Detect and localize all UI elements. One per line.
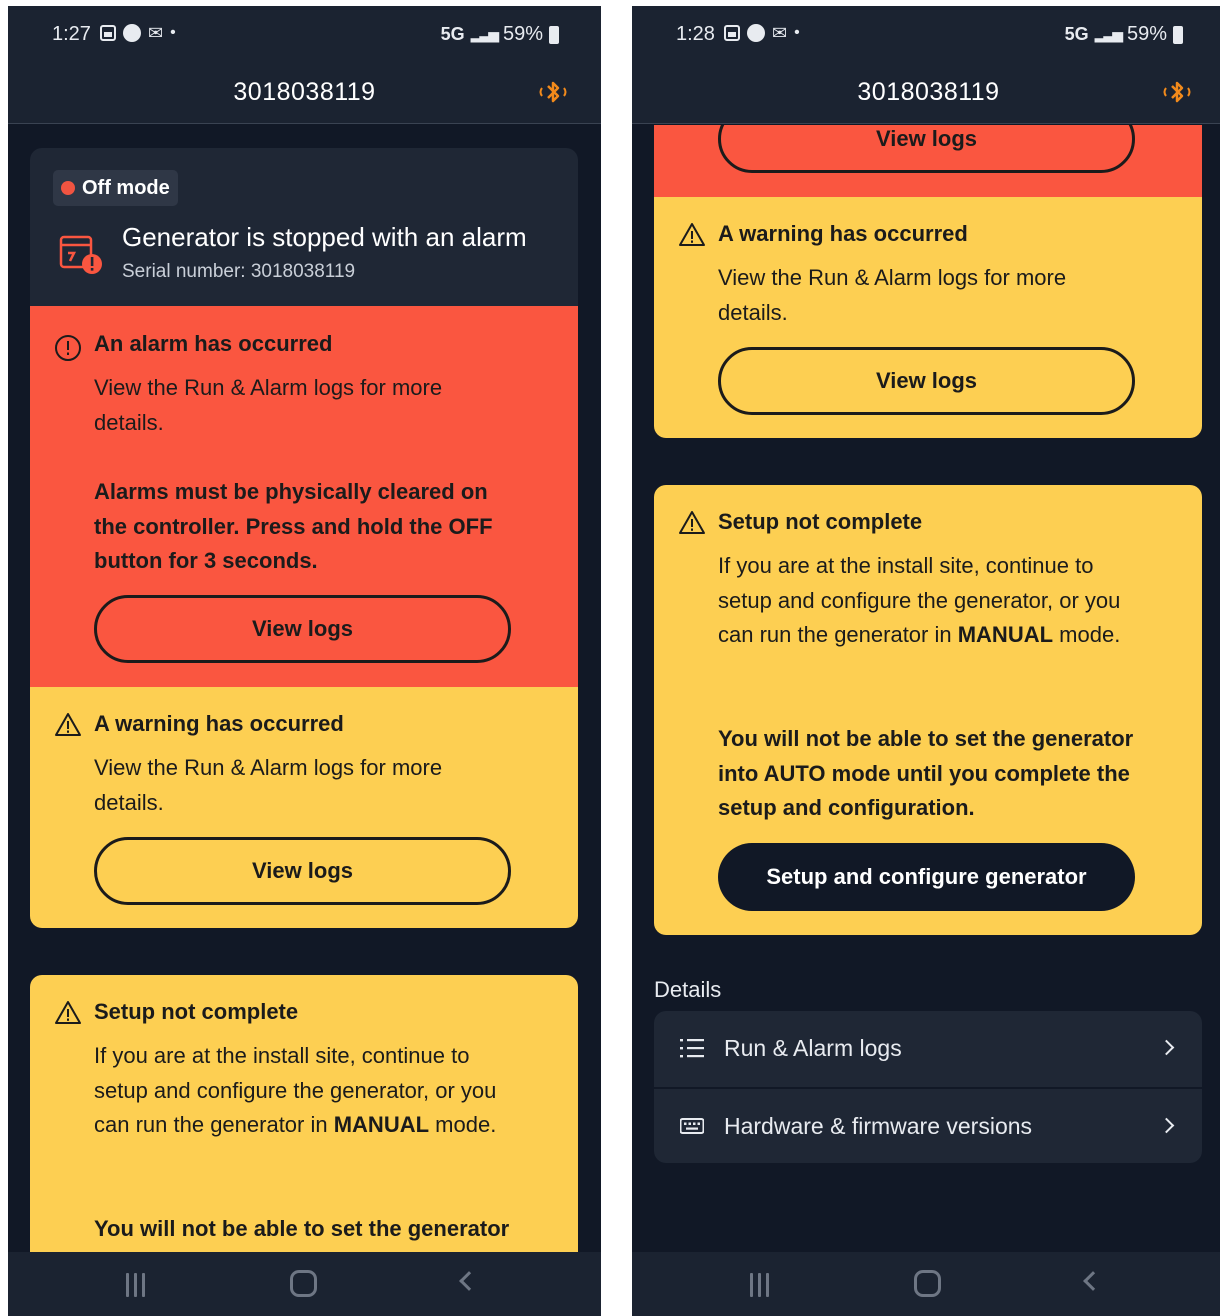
alarm-card: View logs [654,125,1202,197]
network-label: 5G [440,24,465,44]
setup-card: Setup not complete If you are at the ins… [30,975,578,1253]
system-nav-bar [8,1252,601,1316]
details-item-run-alarm-logs[interactable]: Run & Alarm logs [654,1011,1202,1087]
main-content: View logs A warning has occurred View th… [632,125,1220,1253]
warning-triangle-icon [679,511,705,534]
app-header: 3018038119 [8,66,601,124]
setup-title: Setup not complete [718,509,923,534]
alert-circle-icon [55,335,81,361]
details-item-hardware-firmware[interactable]: Hardware & firmware versions [654,1087,1202,1163]
battery-icon [549,25,559,44]
warning-triangle-icon [679,223,705,246]
app-icon [747,24,765,42]
battery-label: 59% [1126,23,1167,45]
chevron-right-icon [1158,1117,1175,1134]
system-status: 5G ▂▃▅ 59% [441,23,559,46]
details-item-label: Hardware & firmware versions [724,1113,1033,1139]
alarm-title: An alarm has occurred [94,331,333,356]
alarm-view-logs-button[interactable]: View logs [94,595,511,663]
app-header: 3018038119 [632,66,1220,124]
warning-body: View the Run & Alarm logs for more detai… [94,755,443,815]
warning-triangle-icon [55,1001,81,1024]
home-button[interactable] [290,1270,317,1297]
app-icon [123,24,141,42]
generator-alarm-icon [59,235,102,274]
bluetooth-icon[interactable] [535,78,571,108]
chevron-right-icon [1158,1039,1175,1056]
system-nav-bar [632,1252,1220,1316]
keyboard-icon [680,1118,704,1134]
setup-configure-button[interactable]: Setup and configure generator [718,843,1135,911]
alarm-instructions: Alarms must be physically cleared on the… [94,479,493,573]
alarm-view-logs-button[interactable]: View logs [718,125,1135,173]
setup-body-end: mode. [429,1112,497,1137]
generator-status-title: Generator is stopped with an alarm [122,222,527,252]
phone-screen-2: 1:28 ✉ • 5G ▂▃▅ 59% 3018038119 View logs [632,6,1220,1316]
setup-warning-text: You will not be able to set the generato… [718,726,1134,820]
battery-label: 59% [502,23,543,45]
phone-screen-1: 1:27 ✉ • 5G ▂▃▅ 59% 3018038119 Off mode [8,6,601,1316]
notification-icons: ✉ • [100,24,176,42]
gallery-icon [724,25,740,41]
status-time: 1:27 [52,23,91,45]
warning-view-logs-button[interactable]: View logs [718,347,1135,415]
warning-triangle-icon [55,713,81,736]
gallery-icon [100,25,116,41]
details-heading: Details [654,977,722,1002]
signal-icon: ▂▃▅ [470,26,499,42]
alarm-body: View the Run & Alarm logs for more detai… [94,375,443,435]
setup-body: If you are at the install site, continue… [718,549,1138,653]
mail-icon: ✉ [772,23,788,43]
back-button[interactable] [459,1271,479,1291]
more-dot-icon: • [170,24,176,41]
status-bar: 1:27 ✉ • 5G ▂▃▅ 59% [8,6,601,66]
network-label: 5G [1064,24,1089,44]
list-icon [680,1039,704,1058]
warning-card: A warning has occurred View the Run & Al… [30,687,578,928]
page-title: 3018038119 [857,78,1000,106]
page-title: 3018038119 [233,78,376,106]
generator-status-card: Off mode Generator is stopped with an al… [30,148,578,306]
warning-body: View the Run & Alarm logs for more detai… [718,265,1067,325]
status-time: 1:28 [676,23,715,45]
warning-title: A warning has occurred [718,221,968,246]
serial-number: Serial number: 3018038119 [122,261,356,282]
details-item-label: Run & Alarm logs [724,1035,902,1061]
recent-apps-button[interactable] [126,1273,145,1297]
off-dot-icon [61,181,75,195]
setup-body-end: mode. [1053,622,1121,647]
main-content: Off mode Generator is stopped with an al… [8,125,601,1253]
mail-icon: ✉ [148,23,164,43]
back-button[interactable] [1083,1271,1103,1291]
warning-view-logs-button[interactable]: View logs [94,837,511,905]
mode-badge-label: Off mode [82,176,170,199]
system-status: 5G ▂▃▅ 59% [1065,23,1183,46]
status-bar: 1:28 ✉ • 5G ▂▃▅ 59% [632,6,1220,66]
signal-icon: ▂▃▅ [1094,26,1123,42]
warning-card: A warning has occurred View the Run & Al… [654,197,1202,438]
battery-icon [1173,25,1183,44]
more-dot-icon: • [794,24,800,41]
home-button[interactable] [914,1270,941,1297]
setup-warning-text: You will not be able to set the generato… [94,1216,510,1241]
warning-title: A warning has occurred [94,711,344,736]
setup-body: If you are at the install site, continue… [94,1039,514,1143]
notification-icons: ✉ • [724,24,800,42]
alarm-card: An alarm has occurred View the Run & Ala… [30,306,578,687]
setup-title: Setup not complete [94,999,299,1024]
setup-card: Setup not complete If you are at the ins… [654,485,1202,935]
setup-body-manual: MANUAL [333,1112,430,1137]
setup-body-manual: MANUAL [957,622,1054,647]
recent-apps-button[interactable] [750,1273,769,1297]
details-list: Run & Alarm logs Hardware & firmware ver… [654,1011,1202,1163]
mode-badge: Off mode [53,170,178,206]
bluetooth-icon[interactable] [1159,78,1195,108]
